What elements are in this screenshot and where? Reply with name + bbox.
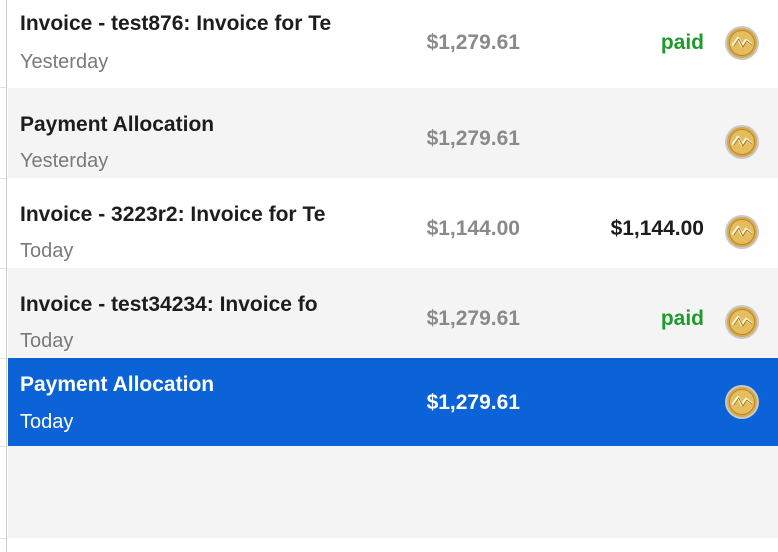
list-item[interactable]: Invoice - test34234: Invoice fo Today $1… [8,268,778,358]
status-badge: paid [660,31,704,54]
list-item[interactable]: Payment Allocation Yesterday $1,279.61 [8,88,778,178]
list-item[interactable]: Invoice - 3223r2: Invoice for Te Today $… [8,178,778,268]
gold-coin-icon [724,384,760,420]
list-item[interactable]: Invoice - test876: Invoice for Te Yester… [8,0,778,88]
item-date: Yesterday [20,150,109,172]
transaction-list-window: Invoice - test876: Invoice for Te Yester… [0,0,778,552]
item-title: Invoice - test34234: Invoice fo [20,293,318,316]
empty-list-area [8,446,778,538]
item-date: Today [20,411,74,433]
list-item-selected[interactable]: Payment Allocation Today $1,279.61 [8,358,778,446]
item-amount: $1,144.00 [426,217,520,240]
left-pane-edge [0,0,7,552]
item-date: Today [20,240,74,262]
item-amount: $1,279.61 [426,391,520,414]
item-title: Payment Allocation [20,113,215,136]
gold-coin-icon [724,25,760,61]
gold-coin-icon [724,124,760,160]
gold-coin-icon [724,304,760,340]
item-amount: $1,279.61 [426,307,520,330]
item-date: Today [20,330,74,352]
gold-coin-icon [724,214,760,250]
list-bottom-edge [8,538,778,552]
balance-amount: $1,144.00 [610,217,704,240]
item-title: Invoice - test876: Invoice for Te [20,12,332,35]
item-title: Invoice - 3223r2: Invoice for Te [20,203,326,226]
item-date: Yesterday [20,51,109,73]
item-amount: $1,279.61 [426,127,520,150]
item-title: Payment Allocation [20,373,215,396]
item-amount: $1,279.61 [426,31,520,54]
status-badge: paid [660,307,704,330]
